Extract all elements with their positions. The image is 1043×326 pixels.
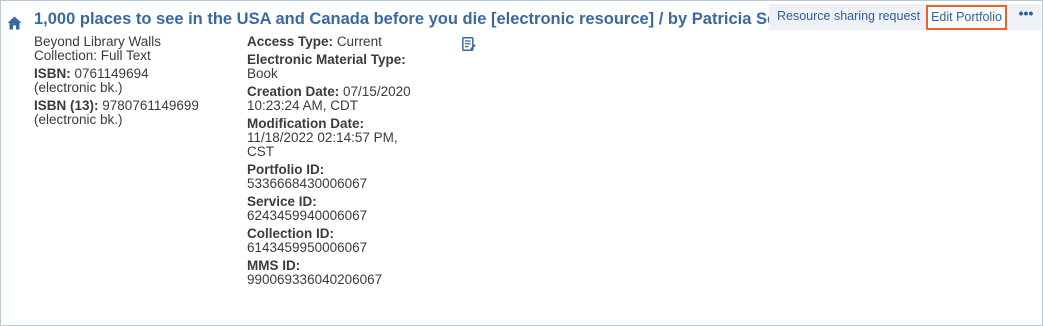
collection-id-label: Collection ID:	[247, 226, 334, 241]
access-type-row: Access Type: Current	[247, 35, 447, 49]
modification-date-label: Modification Date:	[247, 116, 364, 131]
access-type-value: Current	[336, 34, 382, 49]
edit-portfolio-button[interactable]: Edit Portfolio	[926, 5, 1007, 30]
mms-id-label: MMS ID:	[247, 258, 301, 273]
result-record-card: 1,000 places to see in the USA and Canad…	[0, 0, 1043, 326]
record-summary-column: Beyond Library Walls Collection: Full Te…	[34, 35, 224, 127]
isbn13-value: 9780761149699	[102, 98, 199, 113]
creation-date-label: Creation Date:	[247, 84, 340, 99]
isbn13-qualifier: (electronic bk.)	[34, 112, 123, 127]
isbn-row: ISBN: 0761149694	[34, 67, 224, 81]
portfolio-details-column: Access Type: Current Electronic Material…	[247, 35, 447, 287]
creation-date-row: Creation Date: 07/15/2020	[247, 85, 447, 99]
service-id-label: Service ID:	[247, 194, 317, 209]
isbn-qualifier: (electronic bk.)	[34, 80, 123, 95]
modification-date-zone: CST	[247, 144, 274, 159]
creation-date-value: 07/15/2020	[343, 84, 411, 99]
collection-id-value: 6143459950006067	[247, 240, 368, 255]
record-actions-bar: Resource sharing request Edit Portfolio …	[769, 4, 1041, 30]
portfolio-id-label: Portfolio ID:	[247, 162, 325, 177]
note-edit-icon[interactable]	[462, 37, 476, 52]
portfolio-id-value: 5336668430006067	[247, 176, 368, 191]
collection-name: Collection: Full Text	[34, 48, 151, 63]
service-id-value: 6243459940006067	[247, 208, 368, 223]
isbn13-row: ISBN (13): 9780761149699	[34, 99, 224, 113]
home-icon	[7, 16, 22, 30]
mms-id-value: 990069336040206067	[247, 272, 383, 287]
material-type-label: Electronic Material Type:	[247, 52, 406, 67]
isbn13-label: ISBN (13):	[34, 98, 99, 113]
resource-sharing-request-button[interactable]: Resource sharing request	[777, 9, 920, 23]
provider-name: Beyond Library Walls	[34, 34, 162, 49]
more-actions-icon[interactable]: •••	[1013, 5, 1039, 25]
isbn-value: 0761149694	[74, 66, 149, 81]
isbn-label: ISBN:	[34, 66, 71, 81]
access-type-label: Access Type:	[247, 34, 334, 49]
record-title-link[interactable]: 1,000 places to see in the USA and Canad…	[34, 10, 819, 29]
material-type-value: Book	[247, 66, 278, 81]
modification-date-value: 11/18/2022 02:14:57 PM,	[247, 130, 398, 145]
creation-date-time: 10:23:24 AM, CDT	[247, 98, 359, 113]
